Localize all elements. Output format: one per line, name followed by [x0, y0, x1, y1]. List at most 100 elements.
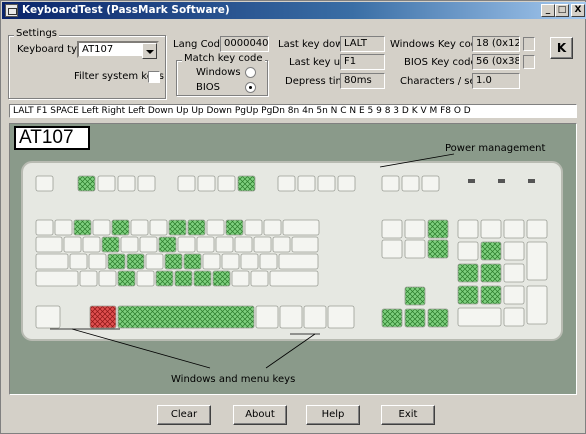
help-button[interactable]: Help: [306, 405, 360, 425]
bios-key-code-label: BIOS Key code: [404, 57, 477, 68]
key-5: [130, 219, 149, 236]
key-end: [404, 239, 426, 259]
key-n4: [457, 263, 479, 283]
key-1: [54, 219, 73, 236]
key-rshift: [269, 270, 319, 287]
key-q: [63, 236, 82, 253]
key-c: [117, 270, 136, 287]
key-s: [88, 253, 107, 270]
power-management-annotation: Power management: [445, 143, 546, 154]
key-f10: [297, 175, 316, 192]
windows-radio[interactable]: [245, 67, 256, 78]
key-f6: [197, 175, 216, 192]
key-n1: [457, 285, 479, 305]
key-back: [282, 219, 320, 236]
key-\: [291, 236, 319, 253]
key-lshift: [35, 270, 79, 287]
key-2: [73, 219, 92, 236]
key-wake: [401, 175, 420, 192]
bios-code-indicator: [523, 55, 535, 69]
key-n0: [457, 307, 502, 327]
key-[: [253, 236, 272, 253]
key-9: [206, 219, 225, 236]
key-f1: [77, 175, 96, 192]
key-0: [225, 219, 244, 236]
key-7: [168, 219, 187, 236]
key-pgdn: [427, 239, 449, 259]
key-*: [503, 219, 525, 239]
key-f7: [217, 175, 236, 192]
key--: [244, 219, 263, 236]
key-p: [234, 236, 253, 253]
app-icon: [5, 4, 18, 17]
key-rctrl: [327, 305, 355, 329]
key-n6: [503, 263, 525, 283]
lang-code-label: Lang Code: [173, 39, 227, 50]
key-h: [164, 253, 183, 270]
key-`: [35, 219, 54, 236]
filter-system-keys-checkbox[interactable]: [148, 71, 160, 83]
windows-key-code-field: 18 (0x12): [472, 36, 520, 52]
bios-radio-label: BIOS: [196, 82, 221, 93]
key-j: [183, 253, 202, 270]
clear-button[interactable]: Clear: [157, 405, 211, 425]
characters-per-sec-field: 1.0: [472, 73, 520, 89]
key-n9: [503, 241, 525, 261]
exit-button[interactable]: Exit: [381, 405, 435, 425]
title-bar[interactable]: KeyboardTest (PassMark Software) _ □ X: [2, 2, 586, 19]
key-]: [272, 236, 291, 253]
key-i: [196, 236, 215, 253]
lock-light-0: [468, 179, 475, 183]
key-/: [250, 270, 269, 287]
key-f2: [97, 175, 116, 192]
lang-code-field: 00000409: [220, 36, 269, 52]
key-g: [145, 253, 164, 270]
close-button[interactable]: X: [571, 4, 585, 17]
key-w: [82, 236, 101, 253]
key-menu: [303, 305, 327, 329]
key-enter: [278, 253, 319, 270]
key-space: [117, 305, 255, 329]
chevron-down-icon[interactable]: [142, 43, 157, 59]
k-button[interactable]: K: [550, 37, 573, 59]
keyboard-type-select[interactable]: AT107: [77, 41, 159, 59]
key-f: [126, 253, 145, 270]
key-f9: [277, 175, 296, 192]
key-f5: [177, 175, 196, 192]
key-power: [421, 175, 440, 192]
bios-radio[interactable]: [245, 82, 256, 93]
windows-radio-label: Windows: [196, 67, 241, 78]
key-n8: [480, 241, 502, 261]
keyboard-image: [21, 153, 563, 369]
last-key-down-field: LALT: [340, 36, 385, 52]
key-3: [92, 219, 111, 236]
key-right: [427, 308, 449, 328]
key-,: [212, 270, 231, 287]
key-pgup: [427, 219, 449, 239]
minimize-button[interactable]: _: [541, 4, 555, 17]
key-down: [404, 308, 426, 328]
key-del: [381, 239, 403, 259]
key-a: [69, 253, 88, 270]
maximize-button[interactable]: □: [555, 4, 569, 17]
key-l: [221, 253, 240, 270]
key-b: [155, 270, 174, 287]
key-ent: [526, 285, 548, 325]
bios-key-code-field: 56 (0x38): [472, 54, 520, 70]
key-=: [263, 219, 282, 236]
key-;: [240, 253, 259, 270]
key-r: [120, 236, 139, 253]
settings-group-label: Settings: [14, 28, 60, 39]
key-f12: [337, 175, 356, 192]
keyboard-name-label: AT107: [14, 126, 90, 150]
windows-menu-keys-annotation: Windows and menu keys: [171, 374, 296, 385]
last-key-up-label: Last key up: [289, 57, 347, 68]
lock-light-2: [528, 179, 535, 183]
key-d: [107, 253, 126, 270]
key-/: [480, 219, 502, 239]
key-lwin: [89, 305, 117, 329]
key-home: [404, 219, 426, 239]
about-button[interactable]: About: [233, 405, 287, 425]
key-rwin: [279, 305, 303, 329]
key-n5: [480, 263, 502, 283]
